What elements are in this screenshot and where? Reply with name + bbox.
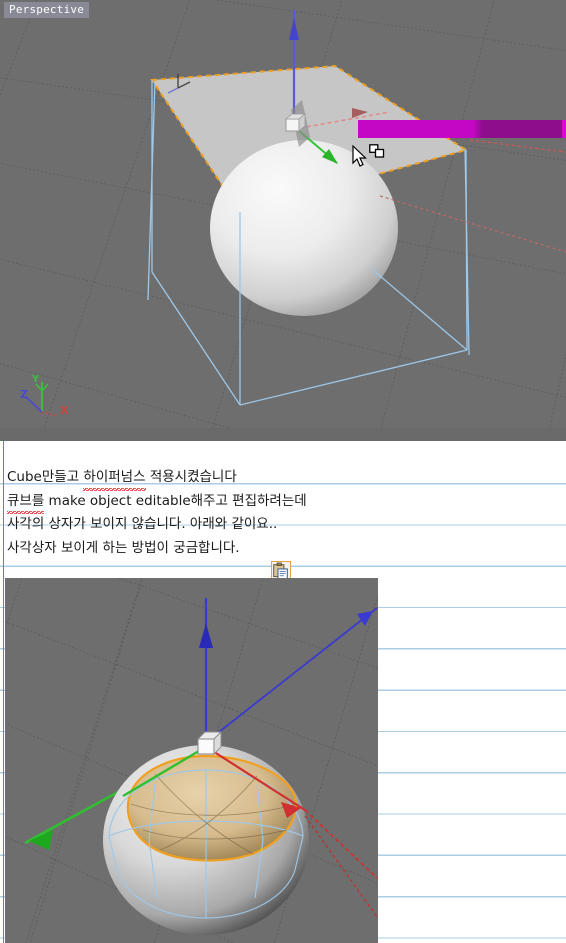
axis-arrow-y [199,623,213,648]
notepad-page: Z Y X Perspective Cube만들고 하이퍼넘스 적용시켰습니다 … [0,0,566,943]
world-x-axis-line-2 [379,195,566,253]
note-line-2: 큐브를 make object editable해주고 편집하려는데 [7,490,427,514]
world-axis-line-bottom [304,815,378,919]
note-text-block[interactable]: Cube만들고 하이퍼넘스 적용시켰습니다 큐브를 make object ed… [7,466,427,560]
note-line-2-seg-1-misspelled: 큐브를 [7,490,45,514]
note-line-1-seg-2-misspelled: 하이퍼넘스 [83,466,146,490]
magenta-selection-bar[interactable] [358,120,566,138]
note-line-1: Cube만들고 하이퍼넘스 적용시켰습니다 [7,466,427,490]
note-line-1-seg-1: Cube만들고 [7,469,84,485]
scene-top: Z Y X [20,10,566,417]
axis-arrow-b [357,611,373,626]
axis-handle-b[interactable] [204,607,378,744]
world-x-axis-line [469,139,566,153]
axis-handle-z-far [304,809,378,879]
note-line-3: 사각의 상자가 보이지 않습니다. 아래와 같이요.. [7,513,427,537]
viewport-perspective-bottom[interactable] [5,578,378,943]
note-line-1-seg-3: 적용시켰습니다 [145,469,237,485]
svg-text:Z: Z [20,388,28,401]
viewport-label-perspective: Perspective [4,2,90,18]
note-line-4: 사각상자 보이게 하는 방법이 궁금합니다. [7,537,427,561]
selected-polygons-cap[interactable] [126,754,298,862]
svg-text:X: X [60,404,69,417]
axis-center-handle[interactable] [196,730,223,756]
mouse-cursor [352,145,367,167]
viewport-perspective-top[interactable]: Z Y X Perspective [0,0,566,441]
duplicate-icon [369,144,385,158]
note-line-2-seg-2: make object editable해주고 편집하려는데 [44,492,307,509]
note-line-4-seg-1: 사각상자 보이게 하는 방법이 궁금합니다. [7,539,240,556]
smooth-sphere[interactable] [210,140,398,316]
svg-text:Y: Y [31,374,40,385]
note-line-3-seg-1: 사각의 상자가 보이지 않습니다. 아래와 같이요.. [7,516,278,532]
world-axis-gizmo: Z Y X [20,374,69,417]
scene-bottom [24,598,378,935]
